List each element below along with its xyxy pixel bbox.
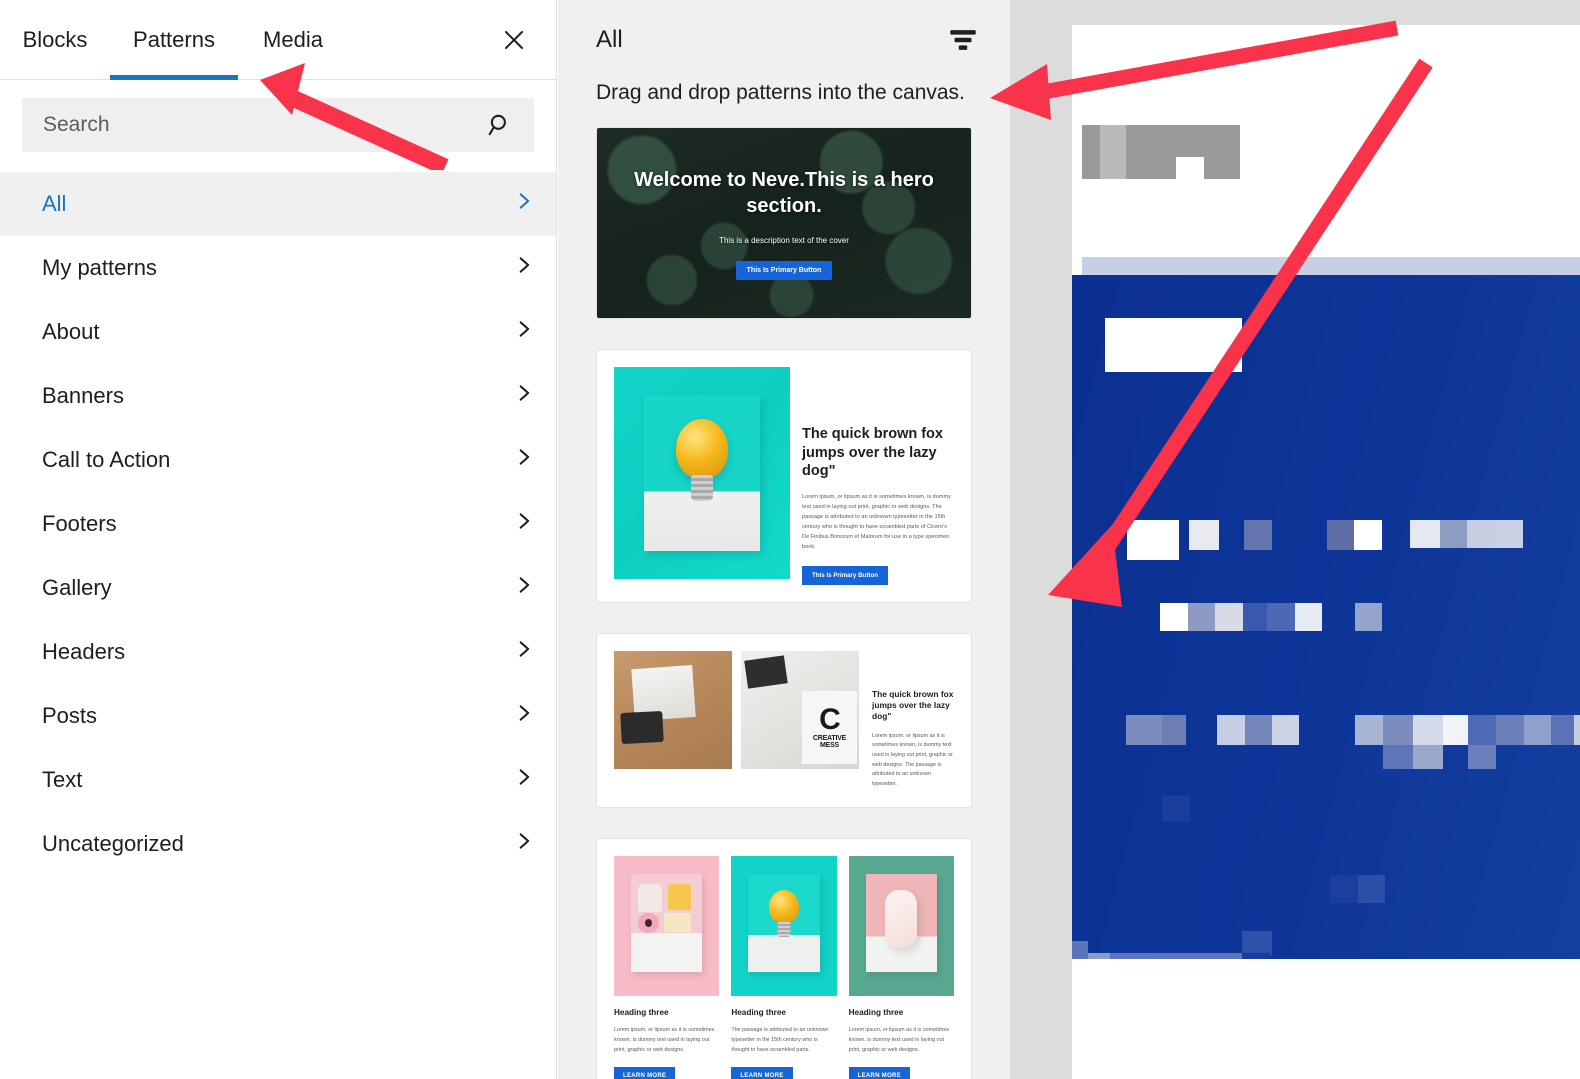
- chevron-right-icon: [514, 383, 534, 409]
- chevron-right-icon: [514, 575, 534, 601]
- chevron-right-icon: [514, 255, 534, 281]
- block-inserter-panel: Blocks Patterns Media Search All My patt…: [0, 0, 557, 1079]
- preview-subtitle: Drag and drop patterns into the canvas.: [596, 81, 965, 104]
- sidebar-item-gallery[interactable]: Gallery: [0, 556, 556, 620]
- sidebar-item-label: Text: [42, 767, 83, 792]
- hero-cover-preview: Welcome to Neve.This is a hero section. …: [597, 128, 971, 319]
- cakes-image: [614, 855, 720, 996]
- learn-more-button[interactable]: LEARN MORE: [848, 1066, 910, 1079]
- chevron-right-icon: [514, 319, 534, 345]
- tab-patterns[interactable]: Patterns: [110, 0, 238, 80]
- tab-media-label: Media: [263, 26, 323, 52]
- search-section: [0, 80, 556, 152]
- sidebar-item-my-patterns[interactable]: My patterns: [0, 236, 556, 300]
- sidebar-item-text[interactable]: Text: [0, 748, 556, 812]
- sidebar-item-banners[interactable]: Banners: [0, 364, 556, 428]
- lightbulb-image: [614, 367, 790, 580]
- close-icon[interactable]: [494, 20, 534, 60]
- learn-more-button[interactable]: LEARN MORE: [731, 1066, 793, 1079]
- sidebar-item-all[interactable]: All: [0, 172, 556, 236]
- learn-more-button[interactable]: LEARN MORE: [614, 1066, 676, 1079]
- canvas-white-block: [1105, 318, 1242, 372]
- hero-description: This is a description text of the cover: [719, 235, 849, 245]
- column-heading: Heading three: [848, 1007, 904, 1017]
- sidebar-item-footers[interactable]: Footers: [0, 492, 556, 556]
- pattern-card-hero-cover[interactable]: Welcome to Neve.This is a hero section. …: [596, 127, 972, 320]
- chevron-right-icon: [514, 767, 534, 793]
- sidebar-item-about[interactable]: About: [0, 300, 556, 364]
- filter-icon[interactable]: [946, 23, 980, 57]
- column-2: Heading three The passage is attributed …: [731, 855, 837, 1079]
- mess-word-creative: CREATIVE: [812, 735, 847, 743]
- chevron-right-icon: [514, 639, 534, 665]
- pattern-card-list: Welcome to Neve.This is a hero section. …: [558, 105, 1010, 1079]
- sidebar-item-label: My patterns: [42, 255, 157, 280]
- desk-photo: [614, 650, 732, 769]
- sidebar-item-label: Posts: [42, 703, 98, 728]
- chevron-right-icon: [514, 831, 534, 857]
- pattern-preview-panel: All Drag and drop patterns into the canv…: [558, 0, 1010, 1079]
- mess-word-mess: MESS: [819, 742, 840, 750]
- pattern-card-three-columns[interactable]: Heading three Lorem ipsum, or lipsum as …: [596, 837, 972, 1079]
- editor-canvas-area[interactable]: [1010, 0, 1580, 1079]
- media-text-body: Lorem ipsum, or lipsum as it is sometime…: [802, 493, 951, 550]
- column-3: Heading three Lorem ipsum, or lipsum as …: [848, 855, 954, 1079]
- canvas-footer-area: [1072, 959, 1580, 1079]
- sidebar-item-label: Uncategorized: [42, 831, 184, 856]
- sidebar-item-label: Headers: [42, 639, 126, 664]
- sidebar-item-label: Footers: [42, 511, 117, 536]
- preview-header: All: [558, 0, 1010, 80]
- column-heading: Heading three: [731, 1007, 786, 1017]
- sidebar-item-label: All: [42, 191, 67, 216]
- two-images-heading: The quick brown fox jumps over the lazy …: [872, 688, 954, 722]
- sidebar-item-headers[interactable]: Headers: [0, 620, 556, 684]
- sidebar-item-label: Gallery: [42, 575, 112, 600]
- media-text-preview: The quick brown fox jumps over the lazy …: [597, 350, 971, 601]
- column-body: Lorem ipsum, or lipsum as it is sometime…: [848, 1026, 950, 1053]
- column-body: The passage is attributed to an unknown …: [731, 1026, 829, 1053]
- mess-letter: C: [819, 703, 841, 737]
- search-box[interactable]: [22, 98, 534, 152]
- media-text-heading: The quick brown fox jumps over the lazy …: [802, 426, 943, 480]
- tab-patterns-label: Patterns: [133, 26, 215, 52]
- pattern-category-list: All My patterns About Banners Call to Ac…: [0, 172, 556, 876]
- screen-root: Blocks Patterns Media Search All My patt…: [0, 0, 1580, 1079]
- column-heading: Heading three: [614, 1007, 669, 1017]
- inserter-tabs: Blocks Patterns Media: [0, 0, 556, 80]
- soap-image: [848, 855, 954, 996]
- pattern-card-two-images-text[interactable]: C CREATIVE MESS The quick brown fox jump…: [596, 632, 972, 808]
- lightbulb-image-small: [731, 855, 837, 996]
- page-title: All: [596, 26, 623, 53]
- two-images-text-preview: C CREATIVE MESS The quick brown fox jump…: [597, 634, 971, 807]
- media-text-content: The quick brown fox jumps over the lazy …: [802, 367, 954, 585]
- sidebar-item-label: Call to Action: [42, 447, 171, 472]
- canvas-blue-section: [1072, 275, 1580, 1065]
- sidebar-item-posts[interactable]: Posts: [0, 684, 556, 748]
- sidebar-item-label: Banners: [42, 383, 124, 408]
- chevron-right-icon: [514, 191, 534, 217]
- column-body: Lorem ipsum, or lipsum as it is sometime…: [614, 1026, 715, 1053]
- pattern-card-media-text[interactable]: The quick brown fox jumps over the lazy …: [596, 349, 972, 603]
- tab-media[interactable]: Media: [238, 0, 348, 80]
- two-images-body: Lorem ipsum, or lipsum as it is sometime…: [872, 732, 953, 788]
- site-logo-placeholder: [1082, 125, 1240, 179]
- sidebar-item-label: About: [42, 319, 100, 344]
- tab-blocks[interactable]: Blocks: [0, 0, 110, 80]
- creative-mess-photo: C CREATIVE MESS: [741, 650, 859, 769]
- chevron-right-icon: [514, 511, 534, 537]
- tab-blocks-label: Blocks: [22, 26, 88, 52]
- chevron-right-icon: [514, 447, 534, 473]
- column-1: Heading three Lorem ipsum, or lipsum as …: [614, 855, 720, 1079]
- two-images-text-content: The quick brown fox jumps over the lazy …: [868, 651, 954, 790]
- three-columns-preview: Heading three Lorem ipsum, or lipsum as …: [597, 839, 971, 1079]
- search-input[interactable]: [23, 113, 487, 137]
- sidebar-item-call-to-action[interactable]: Call to Action: [0, 428, 556, 492]
- chevron-right-icon: [514, 703, 534, 729]
- hero-primary-button[interactable]: This Is Primary Button: [735, 260, 833, 280]
- hero-heading: Welcome to Neve.This is a hero section.: [634, 168, 934, 217]
- search-icon: [487, 112, 533, 138]
- editor-canvas-page[interactable]: [1072, 25, 1580, 1079]
- media-text-primary-button[interactable]: This Is Primary Button: [802, 565, 889, 585]
- sidebar-item-uncategorized[interactable]: Uncategorized: [0, 812, 556, 876]
